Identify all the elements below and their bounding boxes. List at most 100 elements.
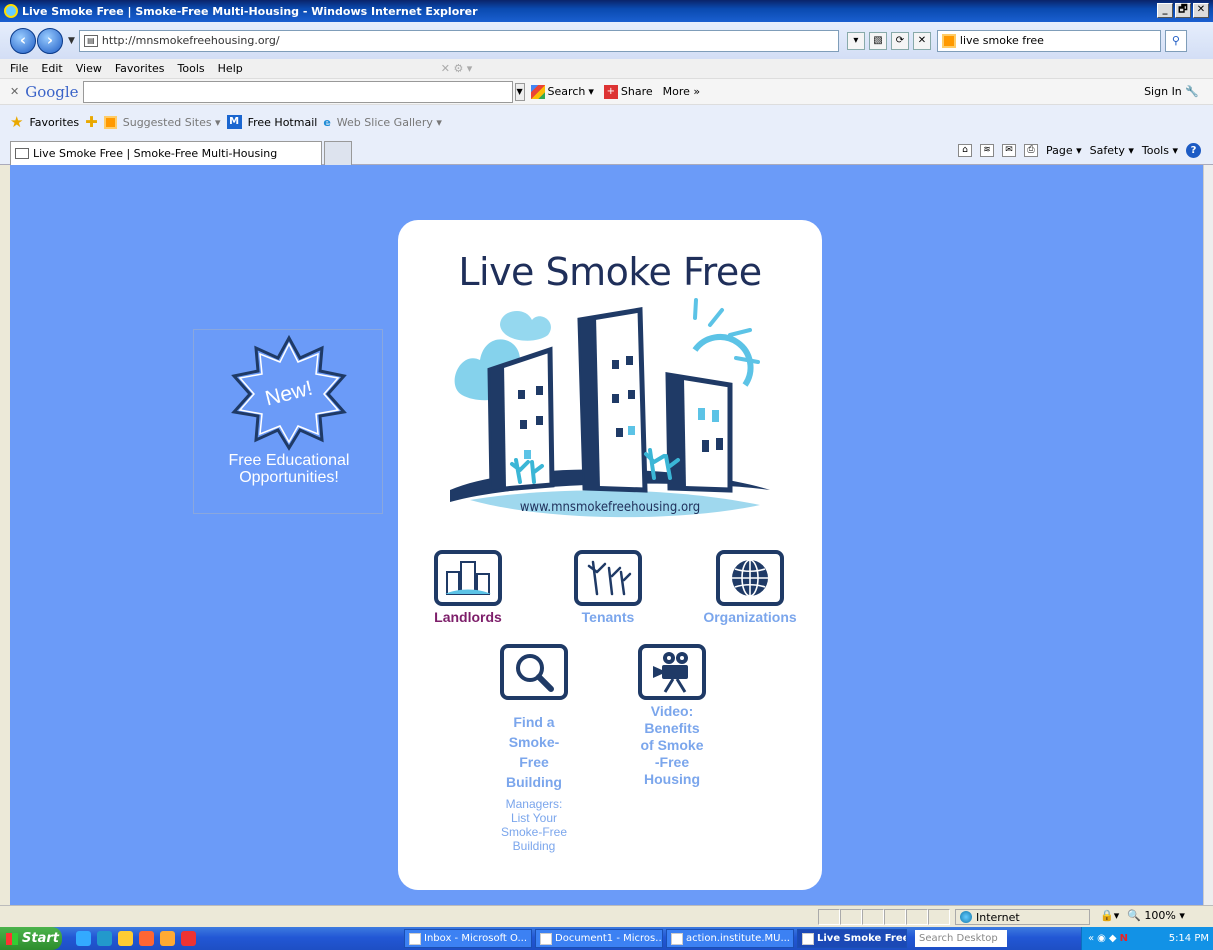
folder-quicklaunch-icon[interactable] <box>118 931 133 946</box>
window-controls: _ 🗗 ✕ <box>1157 3 1209 18</box>
buildings-illustration <box>450 298 770 518</box>
vertical-scrollbar[interactable] <box>1203 165 1213 905</box>
page-viewport: New! Free Educational Opportunities! Liv… <box>10 165 1209 905</box>
google-search-input[interactable] <box>82 80 513 103</box>
maximize-button[interactable]: 🗗 <box>1175 3 1191 18</box>
organizations-label[interactable]: Organizations <box>690 609 810 626</box>
free-hotmail-link[interactable]: Free Hotmail <box>248 116 318 129</box>
outlook-icon <box>409 932 421 945</box>
google-signin-button[interactable]: Sign In 🔧 <box>1144 85 1199 98</box>
find-line-3: Free <box>519 754 549 770</box>
zoom-level[interactable]: 🔍 100% ▾ <box>1127 909 1185 922</box>
video-label[interactable]: Video: Benefits of Smoke -Free Housing <box>622 703 722 788</box>
status-cell <box>818 909 840 925</box>
landlords-label[interactable]: Landlords <box>418 609 518 626</box>
address-dropdown-icon[interactable]: ▾ <box>846 31 865 50</box>
nav-landlords[interactable]: Landlords <box>418 550 518 626</box>
web-slice-icon: e <box>323 115 331 129</box>
google-more-button[interactable]: More » <box>663 85 701 98</box>
minimize-button[interactable]: _ <box>1157 3 1173 18</box>
compatibility-view-icon[interactable]: ▧ <box>868 31 887 50</box>
favorites-button[interactable]: Favorites <box>29 116 79 129</box>
menu-view[interactable]: View <box>76 62 102 75</box>
help-icon[interactable]: ? <box>1186 143 1201 158</box>
new-tab-button[interactable] <box>324 141 352 165</box>
favorites-star-icon[interactable]: ★ <box>10 113 23 131</box>
tray-app-icon[interactable]: ◉ <box>1097 933 1106 944</box>
google-share-button[interactable]: + Share <box>603 84 653 99</box>
search-value[interactable]: live smoke free <box>960 34 1044 47</box>
tray-n-icon[interactable]: N <box>1120 933 1128 944</box>
suggested-sites-icon <box>103 115 117 129</box>
tray-expand-icon[interactable]: « <box>1088 933 1094 944</box>
address-url[interactable]: http://mnsmokefreehousing.org/ <box>102 34 280 47</box>
protected-mode-icon[interactable]: 🔒▾ <box>1100 909 1119 922</box>
search-go-icon[interactable]: ⚲ <box>1164 29 1187 52</box>
ie2-quicklaunch-icon[interactable] <box>97 931 112 946</box>
tenants-label[interactable]: Tenants <box>558 609 658 626</box>
page-menu[interactable]: Page ▾ <box>1046 144 1082 157</box>
google-search-dropdown-icon[interactable]: ▼ <box>514 82 525 101</box>
start-label: Start <box>22 931 59 946</box>
address-bar[interactable]: ▤ http://mnsmokefreehousing.org/ <box>78 29 839 52</box>
stop-icon[interactable]: ✕ <box>912 31 931 50</box>
close-button[interactable]: ✕ <box>1193 3 1209 18</box>
ie-taskbar-icon <box>802 932 814 945</box>
back-button[interactable]: ‹ <box>10 27 36 54</box>
print-icon[interactable]: ⎙ <box>1024 144 1038 157</box>
video-line-4: -Free <box>654 754 690 770</box>
new-starburst-icon: New! <box>231 334 347 451</box>
taskbar-action-label: action.institute.MU... <box>686 933 790 944</box>
menu-edit[interactable]: Edit <box>41 62 62 75</box>
tab-live-smoke-free[interactable]: Live Smoke Free | Smoke-Free Multi-Housi… <box>10 141 322 165</box>
tenants-icon <box>574 550 642 606</box>
taskbar-item-action-institute[interactable]: action.institute.MU... <box>666 929 794 948</box>
safety-menu[interactable]: Safety ▾ <box>1090 144 1134 157</box>
free-education-promo[interactable]: New! Free Educational Opportunities! <box>193 329 383 514</box>
menu-favorites[interactable]: Favorites <box>115 62 165 75</box>
tools-menu[interactable]: Tools ▾ <box>1142 144 1178 157</box>
ie-logo-icon <box>4 4 18 18</box>
add-favorite-icon[interactable]: ✚ <box>85 113 98 131</box>
nav-video[interactable]: Video: Benefits of Smoke -Free Housing <box>622 644 722 788</box>
outlook-quicklaunch-icon[interactable] <box>160 931 175 946</box>
desktop-search-input[interactable]: Search Desktop <box>915 930 1007 947</box>
google-toolbar-close-icon[interactable]: ✕ <box>10 85 19 98</box>
mail-icon[interactable]: ✉ <box>1002 144 1016 157</box>
ie-quicklaunch-icon[interactable] <box>76 931 91 946</box>
security-zone[interactable]: Internet <box>955 909 1090 925</box>
web-slice-gallery-link[interactable]: Web Slice Gallery ▾ <box>337 116 442 129</box>
managers-list-building-link[interactable]: Managers: List Your Smoke-Free Building <box>474 797 594 853</box>
taskbar-item-live-smoke-free[interactable]: Live Smoke Free ... <box>797 929 907 948</box>
chrome-quicklaunch-icon[interactable] <box>181 931 196 946</box>
find-line-2: Smoke- <box>508 734 560 750</box>
nav-organizations[interactable]: Organizations <box>690 550 810 626</box>
search-input[interactable]: live smoke free <box>936 29 1161 52</box>
nav-find-building[interactable]: Find a Smoke- Free Building <box>484 644 584 792</box>
suggested-sites-link[interactable]: Suggested Sites ▾ <box>123 116 221 129</box>
home-icon[interactable]: ⌂ <box>958 144 972 157</box>
managers-line-3: Smoke-Free <box>500 825 568 839</box>
google-logo: Google <box>25 82 79 101</box>
forward-button[interactable]: › <box>37 27 63 54</box>
feeds-icon[interactable]: ≋ <box>980 144 994 157</box>
video-line-5: Housing <box>644 771 700 787</box>
find-building-label[interactable]: Find a Smoke- Free Building <box>484 712 584 792</box>
firefox-quicklaunch-icon[interactable] <box>139 931 154 946</box>
quick-launch <box>76 931 196 946</box>
status-cells <box>818 909 950 925</box>
taskbar-item-inbox[interactable]: Inbox - Microsoft O... <box>404 929 532 948</box>
recent-pages-dropdown[interactable]: ▼ <box>68 36 75 46</box>
window-title: Live Smoke Free | Smoke-Free Multi-Housi… <box>22 4 478 18</box>
menu-file[interactable]: File <box>10 62 28 75</box>
nav-tenants[interactable]: Tenants <box>558 550 658 626</box>
taskbar-item-document1[interactable]: Document1 - Micros... <box>535 929 663 948</box>
start-button[interactable]: Start <box>0 927 62 950</box>
find-line-4: Building <box>506 774 562 790</box>
refresh-icon[interactable]: ⟳ <box>890 31 909 50</box>
menu-tools[interactable]: Tools <box>178 62 205 75</box>
menu-help[interactable]: Help <box>218 62 243 75</box>
google-search-button[interactable]: Search ▾ <box>530 84 594 99</box>
toolbar-close-icon[interactable]: ✕ ⚙ ▾ <box>441 62 473 75</box>
tray-network-icon[interactable]: ◆ <box>1109 933 1117 944</box>
